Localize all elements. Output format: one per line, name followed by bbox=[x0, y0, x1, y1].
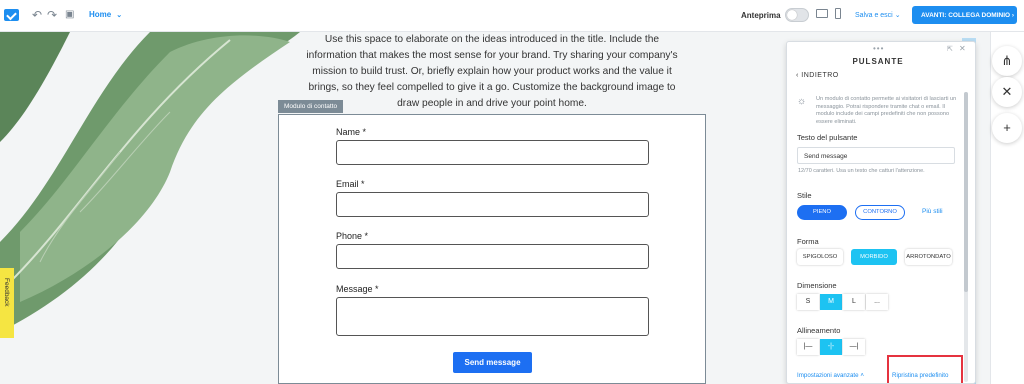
sitemap-icon[interactable]: ⋔ bbox=[992, 46, 1022, 76]
hint-text: Un modulo di contatto permette ai visita… bbox=[816, 96, 957, 125]
align-center-button[interactable]: -|- bbox=[820, 339, 842, 355]
chevron-up-icon: ˄ bbox=[860, 372, 864, 379]
feedback-tab[interactable]: Feedback bbox=[0, 268, 14, 338]
next-connect-domain-button[interactable]: AVANTI: COLLEGA DOMINIO › bbox=[912, 6, 1017, 24]
phone-field[interactable] bbox=[336, 244, 649, 269]
shape-sharp-button[interactable]: SPIGOLOSO bbox=[797, 249, 843, 265]
email-field[interactable] bbox=[336, 192, 649, 217]
save-exit-menu[interactable]: Salva e esci ⌄ bbox=[855, 11, 901, 19]
message-label: Message * bbox=[336, 284, 379, 294]
char-count-hint: 12/70 caratteri. Usa un testo che cattur… bbox=[798, 168, 925, 174]
advanced-settings-label: Impostazioni avanzate bbox=[797, 372, 859, 379]
lightbulb-icon: ☼ bbox=[797, 96, 807, 107]
back-link[interactable]: ‹ INDIETRO bbox=[796, 72, 839, 79]
intro-paragraph[interactable]: Use this space to elaborate on the ideas… bbox=[302, 32, 682, 112]
phone-label: Phone * bbox=[336, 231, 369, 241]
align-left-button[interactable]: |— bbox=[797, 339, 819, 355]
size-s-button[interactable]: S bbox=[797, 294, 819, 310]
chevron-right-icon: › bbox=[1011, 12, 1015, 19]
right-toolbar: ⋔ ✕ + bbox=[990, 32, 1024, 384]
send-message-button[interactable]: Send message bbox=[453, 352, 532, 373]
advanced-settings-link[interactable]: Impostazioni avanzate ˄ bbox=[797, 372, 864, 379]
size-l-button[interactable]: L bbox=[843, 294, 865, 310]
panel-scrollbar[interactable] bbox=[964, 92, 968, 382]
mobile-icon[interactable] bbox=[835, 8, 841, 19]
drag-handle-icon[interactable]: ••• bbox=[873, 44, 884, 53]
name-field[interactable] bbox=[336, 140, 649, 165]
name-label: Name * bbox=[336, 127, 367, 137]
redo-icon[interactable]: ↷ bbox=[47, 8, 57, 22]
email-label: Email * bbox=[336, 179, 365, 189]
top-bar: ↶ ↷ ▣ Home ⌄ Anteprima Salva e esci ⌄ AVA… bbox=[0, 0, 1024, 32]
save-icon[interactable]: ▣ bbox=[65, 8, 74, 22]
desktop-icon[interactable] bbox=[816, 9, 828, 18]
close-icon[interactable]: ✕ bbox=[992, 77, 1022, 107]
preview-toggle[interactable] bbox=[785, 8, 809, 22]
undo-icon[interactable]: ↶ bbox=[32, 8, 42, 22]
size-m-button[interactable]: M bbox=[820, 294, 842, 310]
feedback-label: Feedback bbox=[3, 278, 10, 307]
panel-title: PULSANTE bbox=[852, 57, 904, 66]
shape-rounded-button[interactable]: ARROTONDATO bbox=[905, 249, 952, 265]
button-settings-panel: ••• ⇱ ✕ PULSANTE ‹ INDIETRO ☼ Un modulo … bbox=[786, 41, 976, 384]
save-exit-label: Salva e esci bbox=[855, 12, 893, 19]
add-icon[interactable]: + bbox=[992, 113, 1022, 143]
chevron-down-icon: ⌄ bbox=[894, 12, 901, 19]
chevron-down-icon: ⌄ bbox=[116, 12, 123, 19]
preview-label: Anteprima bbox=[741, 11, 781, 20]
close-icon[interactable]: ✕ bbox=[959, 44, 966, 53]
contact-form[interactable]: Name * Email * Phone * Message * Send me… bbox=[278, 114, 706, 384]
page-selector[interactable]: Home ⌄ bbox=[89, 10, 122, 19]
more-styles-link[interactable]: Più stili bbox=[922, 208, 943, 215]
size-more-button[interactable]: ... bbox=[866, 294, 888, 310]
style-label: Stile bbox=[797, 191, 812, 200]
style-outline-button[interactable]: CONTORNO bbox=[855, 205, 905, 220]
next-button-label: AVANTI: COLLEGA DOMINIO bbox=[921, 12, 1011, 19]
style-solid-button[interactable]: PIENO bbox=[797, 205, 847, 220]
highlight-box bbox=[887, 355, 963, 383]
shape-soft-button[interactable]: MORBIDO bbox=[851, 249, 897, 265]
page-selector-label: Home bbox=[89, 10, 112, 19]
shape-label: Forma bbox=[797, 237, 819, 246]
align-right-button[interactable]: —| bbox=[843, 339, 865, 355]
message-field[interactable] bbox=[336, 297, 649, 336]
alignment-label: Allineamento bbox=[797, 326, 841, 335]
logo-icon[interactable] bbox=[4, 9, 19, 21]
back-label: INDIETRO bbox=[801, 72, 839, 79]
chevron-left-icon: ‹ bbox=[796, 72, 799, 79]
leaf-background-image bbox=[0, 32, 300, 384]
button-text-input[interactable]: Send message bbox=[797, 147, 955, 164]
pin-icon[interactable]: ⇱ bbox=[947, 45, 953, 53]
size-label: Dimensione bbox=[797, 281, 837, 290]
button-text-label: Testo del pulsante bbox=[797, 133, 858, 142]
contact-form-tag: Modulo di contatto bbox=[278, 100, 344, 113]
